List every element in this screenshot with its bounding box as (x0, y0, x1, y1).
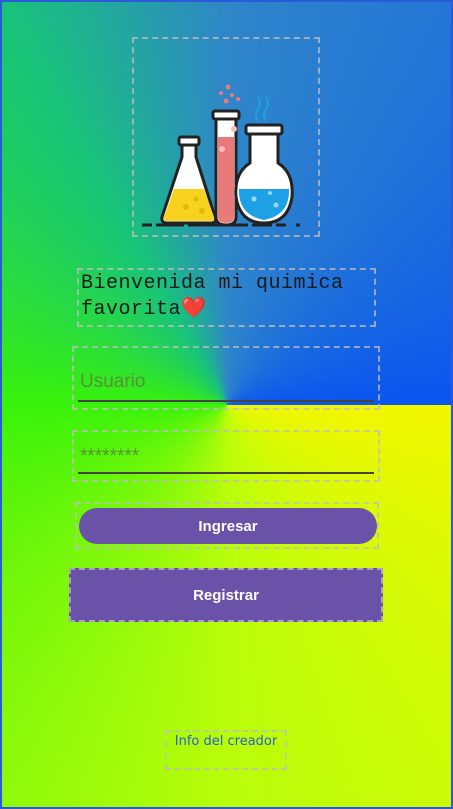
register-button[interactable]: Registrar (69, 568, 383, 622)
username-input[interactable] (78, 366, 374, 398)
password-input[interactable] (78, 442, 374, 472)
creator-info-link[interactable]: Info del creador (165, 730, 287, 770)
username-field[interactable] (72, 346, 380, 410)
welcome-line-2: favorita❤️ (81, 298, 207, 321)
password-field[interactable] (72, 430, 380, 482)
register-button-label: Registrar (193, 586, 259, 604)
creator-info-label: Info del creador (174, 734, 278, 749)
welcome-line-1: Bienvenida mi quimica (81, 272, 344, 295)
password-underline (78, 472, 374, 474)
username-underline (78, 400, 374, 402)
logo-image (132, 37, 320, 237)
login-button[interactable]: Ingresar (79, 508, 377, 544)
chemistry-flasks-icon (142, 84, 310, 227)
welcome-message: Bienvenida mi quimica favorita❤️ (77, 268, 376, 327)
login-button-container: Ingresar (75, 502, 379, 549)
login-screen: Bienvenida mi quimica favorita❤️ Ingresa… (0, 0, 453, 809)
